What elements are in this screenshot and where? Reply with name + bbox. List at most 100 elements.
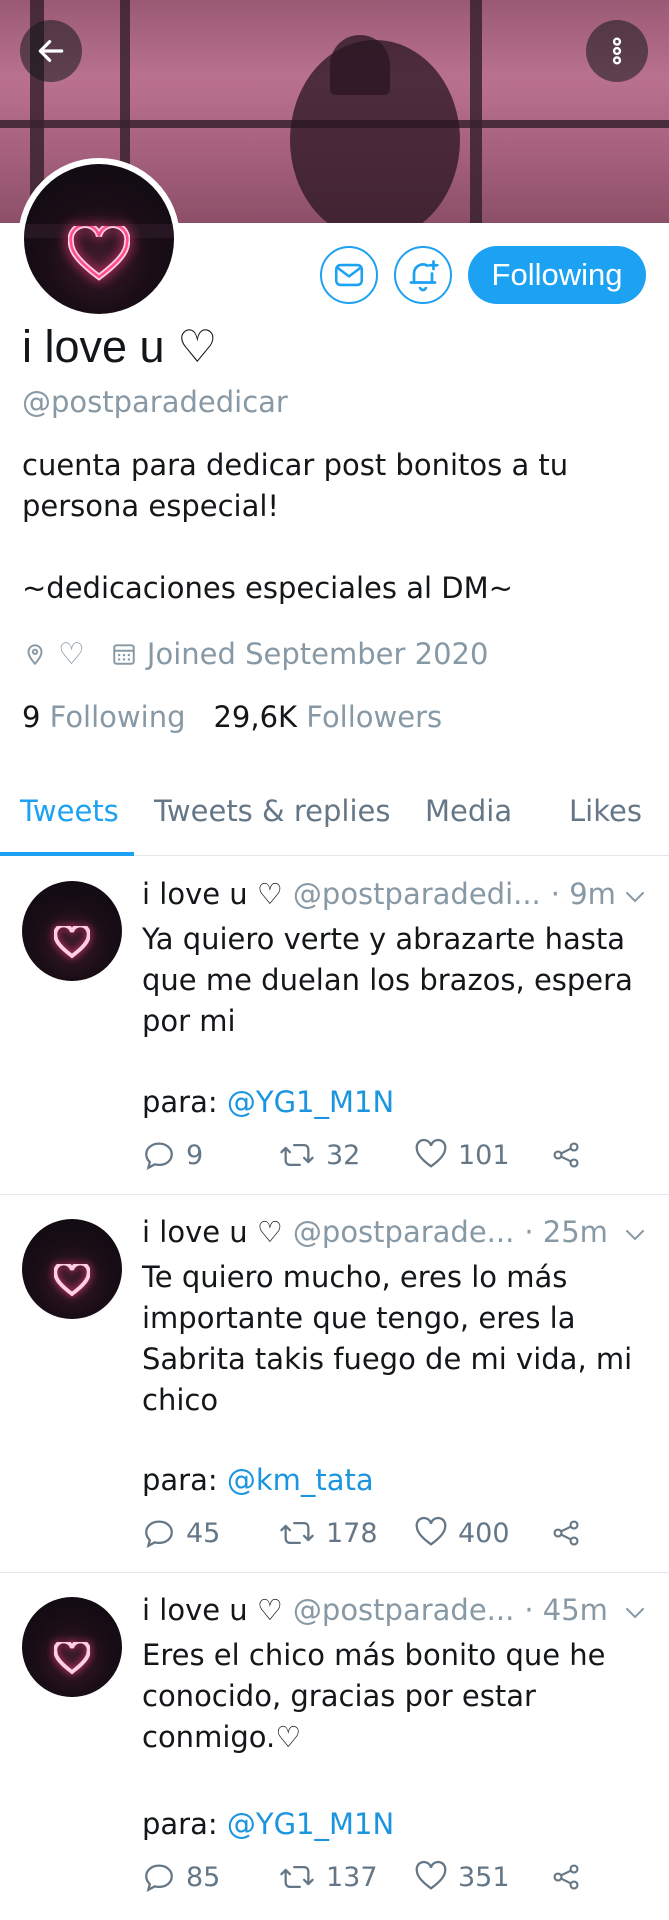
avatar-image <box>24 164 174 314</box>
retweet-button[interactable]: 178 <box>278 1513 378 1553</box>
banner-window-frame <box>470 0 482 223</box>
neon-heart-icon <box>54 925 90 958</box>
share-icon <box>553 1142 579 1168</box>
reply-icon <box>145 1520 173 1548</box>
tweet-author-handle[interactable]: @postparade... <box>293 1215 514 1249</box>
followers-label: Followers <box>306 700 443 734</box>
retweet-button[interactable]: 32 <box>278 1135 360 1175</box>
tweet-timestamp[interactable]: · 25m <box>524 1215 608 1249</box>
share-button[interactable] <box>550 1857 582 1897</box>
tweet-author-name[interactable]: i love u ♡ <box>142 877 283 911</box>
bio-line: cuenta para dedicar post bonitos a tu <box>22 448 569 482</box>
notifications-button[interactable] <box>394 246 452 304</box>
reply-count: 85 <box>186 1861 221 1893</box>
tweet-header: i love u ♡ @postparadedi... · 9m <box>142 877 616 911</box>
chevron-down-icon[interactable] <box>623 1605 647 1621</box>
tweet-text: Ya quiero verte y abrazarte hasta que me… <box>142 922 633 1038</box>
reply-button[interactable]: 9 <box>142 1135 203 1175</box>
chevron-down-icon[interactable] <box>623 1227 647 1243</box>
envelope-icon <box>334 263 364 287</box>
reply-icon <box>145 1864 173 1892</box>
share-button[interactable] <box>550 1513 582 1553</box>
mention-link[interactable]: @km_tata <box>227 1463 374 1497</box>
active-tab-indicator <box>0 852 134 856</box>
reply-button[interactable]: 85 <box>142 1857 220 1897</box>
tweet-avatar[interactable] <box>22 1597 122 1697</box>
tweet-timestamp[interactable]: · 45m <box>524 1593 608 1627</box>
tweet-author-name[interactable]: i love u ♡ <box>142 1215 283 1249</box>
retweet-count: 32 <box>326 1139 361 1171</box>
heart-icon <box>415 1138 447 1168</box>
bio-line: ~dedicaciones especiales al DM~ <box>22 571 513 605</box>
heart-icon <box>415 1860 447 1890</box>
followers-count: 29,6K <box>213 700 298 734</box>
retweet-icon <box>280 1143 314 1167</box>
reply-count: 45 <box>186 1517 221 1549</box>
dedication-label: para: <box>142 1085 227 1119</box>
mention-link[interactable]: @YG1_M1N <box>227 1085 394 1119</box>
tweet-avatar[interactable] <box>22 1219 122 1319</box>
tweet-author-name[interactable]: i love u ♡ <box>142 1593 283 1627</box>
neon-heart-icon <box>54 1263 90 1296</box>
profile-tabs: Tweets Tweets & replies Media Likes <box>0 784 669 856</box>
retweet-icon <box>280 1865 314 1889</box>
followers-count-link[interactable]: 29,6K Followers <box>213 700 442 734</box>
like-count: 351 <box>458 1861 510 1893</box>
tab-tweets[interactable]: Tweets <box>20 794 119 828</box>
retweet-button[interactable]: 137 <box>278 1857 378 1897</box>
share-button[interactable] <box>550 1135 582 1175</box>
dedication-label: para: <box>142 1463 227 1497</box>
tweet-author-handle[interactable]: @postparade... <box>293 1593 514 1627</box>
reply-icon <box>145 1142 173 1170</box>
tab-likes[interactable]: Likes <box>569 794 642 828</box>
tab-media[interactable]: Media <box>425 794 512 828</box>
profile-avatar[interactable] <box>18 158 180 320</box>
reply-button[interactable]: 45 <box>142 1513 220 1553</box>
more-options-button[interactable] <box>586 20 648 82</box>
arrow-left-icon <box>38 40 64 62</box>
back-button[interactable] <box>20 20 82 82</box>
share-icon <box>553 1864 579 1890</box>
profile-meta: ♡ Joined September 2020 <box>22 634 488 674</box>
bio-line: persona especial! <box>22 489 280 523</box>
like-button[interactable]: 101 <box>414 1135 510 1175</box>
like-count: 400 <box>458 1517 510 1549</box>
reply-count: 9 <box>186 1139 204 1171</box>
tweet-text: Te quiero mucho, eres lo más importante … <box>142 1260 633 1417</box>
joined-date: Joined September 2020 <box>146 637 489 671</box>
dedication-label: para: <box>142 1807 227 1841</box>
tweet[interactable]: i love u ♡ @postparade... · 25m Te quier… <box>0 1195 669 1573</box>
tweet-avatar[interactable] <box>22 881 122 981</box>
tweet-actions: 85 137 351 <box>142 1857 642 1897</box>
bell-plus-icon <box>409 260 439 292</box>
tab-tweets-and-replies[interactable]: Tweets & replies <box>154 794 390 828</box>
retweet-icon <box>280 1521 314 1545</box>
mention-link[interactable]: @YG1_M1N <box>227 1807 394 1841</box>
location-pin-icon <box>27 644 43 666</box>
tweet[interactable]: i love u ♡ @postparadedi... · 9m Ya quie… <box>0 857 669 1195</box>
chevron-down-icon[interactable] <box>623 889 647 905</box>
share-icon <box>553 1520 579 1546</box>
tweet-dedication: para: @YG1_M1N <box>142 1807 394 1841</box>
message-button[interactable] <box>320 246 378 304</box>
tweet-header: i love u ♡ @postparade... · 45m <box>142 1593 608 1627</box>
profile-bio: cuenta para dedicar post bonitos a tu pe… <box>22 445 642 609</box>
following-label: Following <box>49 700 186 734</box>
tweet-actions: 45 178 400 <box>142 1513 642 1553</box>
tweet-author-handle[interactable]: @postparadedi... <box>293 877 541 911</box>
tweet-dedication: para: @km_tata <box>142 1463 374 1497</box>
display-name: i love u ♡ <box>22 321 218 372</box>
tweet-text: Eres el chico más bonito que he conocido… <box>142 1638 606 1754</box>
retweet-count: 137 <box>326 1861 378 1893</box>
calendar-icon <box>113 644 135 665</box>
like-button[interactable]: 351 <box>414 1857 510 1897</box>
tweet-header: i love u ♡ @postparade... · 25m <box>142 1215 608 1249</box>
tweet-timestamp[interactable]: · 9m <box>551 877 616 911</box>
following-count: 9 <box>22 700 41 734</box>
neon-heart-icon <box>54 1641 90 1674</box>
location-text: ♡ <box>58 636 85 672</box>
tweet[interactable]: i love u ♡ @postparade... · 45m Eres el … <box>0 1573 669 1920</box>
following-count-link[interactable]: 9 Following <box>22 700 185 734</box>
like-button[interactable]: 400 <box>414 1513 510 1553</box>
following-button[interactable]: Following <box>468 246 646 304</box>
